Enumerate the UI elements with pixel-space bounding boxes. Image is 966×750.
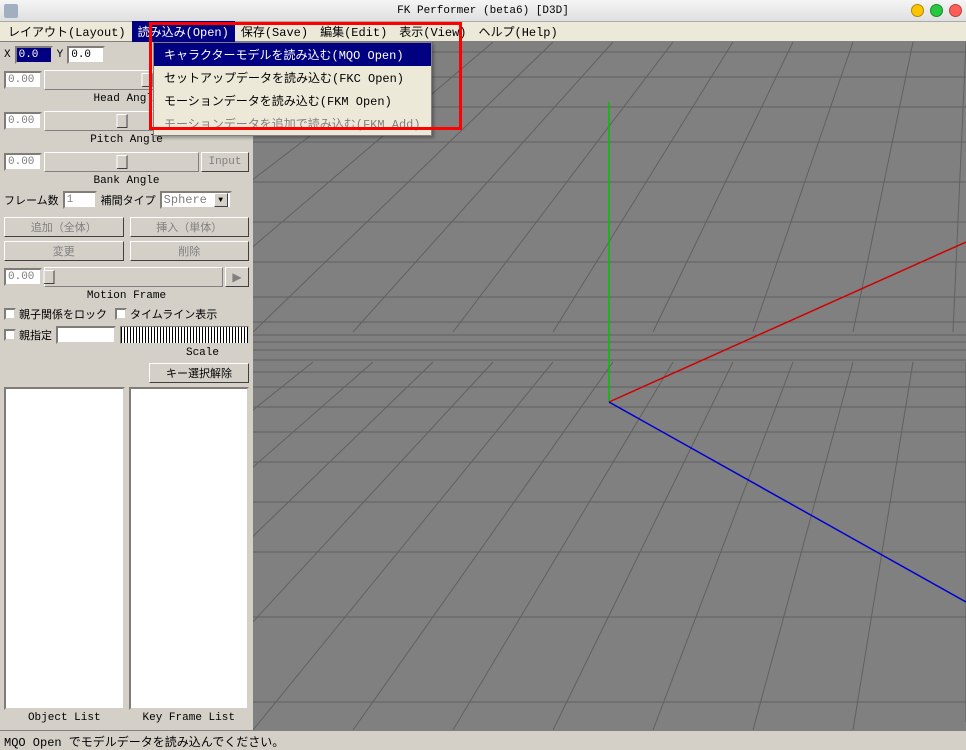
play-icon: ▶	[232, 270, 241, 285]
menu-view[interactable]: 表示(View)	[393, 21, 472, 42]
key-frame-list[interactable]	[129, 387, 250, 710]
lock-parent-checkbox[interactable]: 親子関係をロック	[4, 306, 107, 322]
x-input[interactable]	[15, 46, 53, 64]
menu-layout[interactable]: レイアウト(Layout)	[2, 21, 132, 42]
grid-floor	[253, 42, 966, 730]
motion-frame-value: 0.00	[4, 268, 42, 286]
sidebar: X Y 0.00 Head Angle 0.00 Input Pitch Ang…	[0, 42, 253, 730]
dropdown-fkc-open[interactable]: セットアップデータを読み込む(FKC Open)	[154, 66, 431, 89]
menu-open[interactable]: 読み込み(Open)	[132, 21, 235, 42]
bank-input-button[interactable]: Input	[201, 152, 249, 172]
app-icon	[4, 4, 18, 18]
parent-spec-checkbox[interactable]: 親指定	[4, 327, 52, 343]
maximize-button[interactable]	[930, 4, 943, 17]
add-all-button[interactable]: 追加（全体）	[4, 217, 124, 237]
close-button[interactable]	[949, 4, 962, 17]
interp-select[interactable]: Sphere ▼	[160, 191, 232, 209]
bank-angle-slider[interactable]	[44, 152, 199, 172]
key-deselect-button[interactable]: キー選択解除	[149, 363, 249, 383]
insert-single-button[interactable]: 挿入（単体）	[130, 217, 250, 237]
frame-count-input[interactable]	[63, 191, 97, 209]
scale-label: Scale	[4, 347, 249, 359]
motion-frame-label: Motion Frame	[4, 290, 249, 302]
frame-count-label: フレーム数	[4, 192, 59, 208]
3d-viewport[interactable]	[253, 42, 966, 730]
y-label: Y	[57, 49, 64, 61]
menubar: レイアウト(Layout) 読み込み(Open) 保存(Save) 編集(Edi…	[0, 22, 966, 42]
window-controls	[911, 4, 962, 17]
titlebar: FK Performer (beta6) [D3D]	[0, 0, 966, 22]
object-list[interactable]	[4, 387, 125, 710]
timeline-show-checkbox[interactable]: タイムライン表示	[115, 306, 217, 322]
dropdown-mqo-open[interactable]: キャラクターモデルを読み込む(MQO Open)	[154, 43, 431, 66]
dropdown-fkm-add: モーションデータを追加で読み込む(FKM Add)	[154, 112, 431, 135]
key-frame-list-label: Key Frame List	[129, 710, 250, 726]
delete-button[interactable]: 削除	[130, 241, 250, 261]
motion-frame-slider[interactable]	[44, 267, 223, 287]
menu-edit[interactable]: 編集(Edit)	[314, 21, 393, 42]
pitch-angle-value: 0.00	[4, 112, 42, 130]
minimize-button[interactable]	[911, 4, 924, 17]
x-label: X	[4, 49, 11, 61]
change-button[interactable]: 変更	[4, 241, 124, 261]
object-list-label: Object List	[4, 710, 125, 726]
menu-save[interactable]: 保存(Save)	[235, 21, 314, 42]
window-title: FK Performer (beta6) [D3D]	[397, 5, 569, 17]
bank-angle-label: Bank Angle	[4, 175, 249, 187]
head-angle-value: 0.00	[4, 71, 42, 89]
open-dropdown: キャラクターモデルを読み込む(MQO Open) セットアップデータを読み込む(…	[153, 42, 432, 136]
bank-angle-value: 0.00	[4, 153, 42, 171]
interp-label: 補間タイプ	[101, 192, 156, 208]
scale-ruler[interactable]	[120, 326, 249, 344]
statusbar: MQO Open でモデルデータを読み込んでください。	[0, 730, 966, 748]
dropdown-fkm-open[interactable]: モーションデータを読み込む(FKM Open)	[154, 89, 431, 112]
menu-help[interactable]: ヘルプ(Help)	[473, 21, 564, 42]
play-button[interactable]: ▶	[225, 267, 249, 287]
y-input[interactable]	[67, 46, 105, 64]
parent-spec-input[interactable]	[56, 326, 116, 344]
chevron-down-icon: ▼	[214, 193, 228, 207]
